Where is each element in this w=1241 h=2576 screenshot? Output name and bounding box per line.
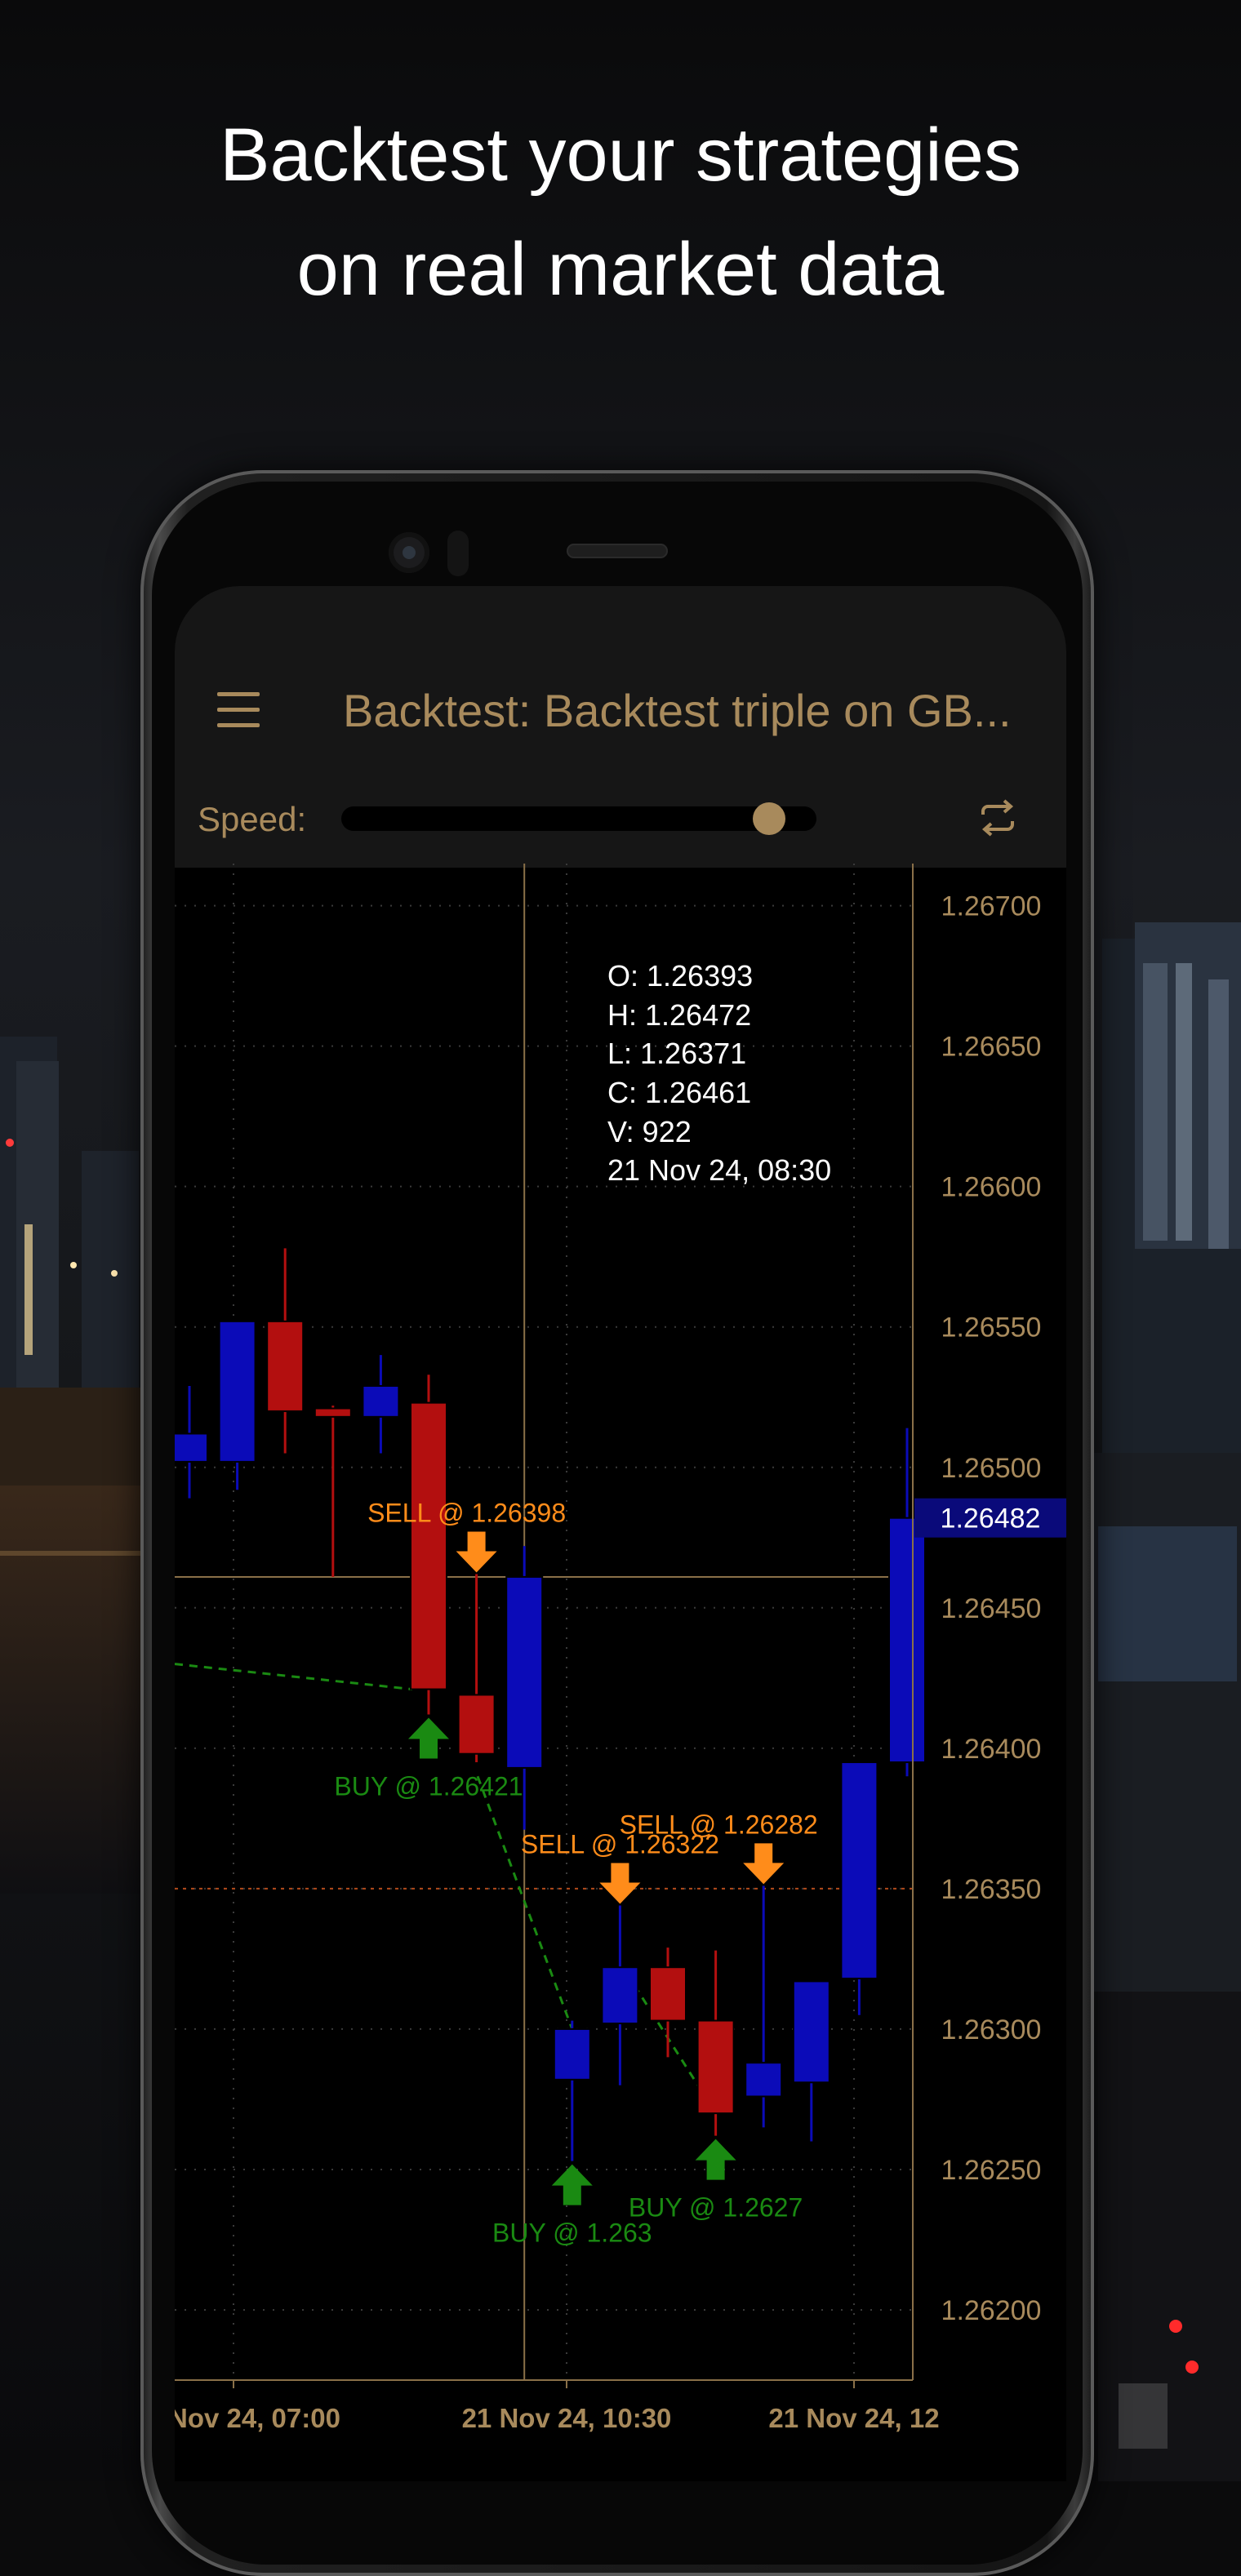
y-tick-label: 1.26500 bbox=[941, 1453, 1042, 1484]
candle-body bbox=[362, 1384, 400, 1418]
tooltip-low: L: 1.26371 bbox=[607, 1037, 746, 1070]
x-tick-label: Nov 24, 07:00 bbox=[175, 2403, 340, 2433]
candle-body bbox=[745, 2062, 783, 2098]
y-tick-label: 1.26550 bbox=[941, 1312, 1042, 1344]
speed-slider[interactable] bbox=[341, 802, 816, 835]
chart-candles bbox=[175, 1248, 926, 2161]
candle-body bbox=[792, 1980, 830, 2084]
candle-body bbox=[218, 1320, 256, 1463]
sell-trade-label: SELL @ 1.26398 bbox=[367, 1499, 566, 1528]
backtest-title: Backtest: Backtest triple on GB... bbox=[343, 685, 1012, 736]
app-screen: Backtest: Backtest triple on GB... Speed… bbox=[175, 586, 1066, 2481]
tooltip-time: 21 Nov 24, 08:30 bbox=[607, 1153, 831, 1187]
y-tick-label: 1.26450 bbox=[941, 1593, 1042, 1624]
y-tick-label: 1.26250 bbox=[941, 2155, 1042, 2186]
headline-line-2: on real market data bbox=[296, 228, 945, 311]
candle-body bbox=[175, 1432, 208, 1463]
headline: Backtest your strategies on real market … bbox=[0, 98, 1241, 326]
y-tick-label: 1.26300 bbox=[941, 2014, 1042, 2045]
proximity-sensor bbox=[447, 531, 469, 576]
candle-body bbox=[410, 1401, 447, 1690]
y-tick-label: 1.26650 bbox=[941, 1032, 1042, 1063]
buy-trade-label: BUY @ 1.26421 bbox=[334, 1772, 523, 1801]
sell-arrow-icon bbox=[743, 1843, 785, 1885]
buy-arrow-icon bbox=[408, 1717, 449, 1759]
y-tick-label: 1.26700 bbox=[941, 891, 1042, 922]
sell-arrow-icon bbox=[456, 1531, 497, 1573]
chart-level-lines bbox=[175, 864, 913, 2380]
speed-slider-handle[interactable] bbox=[753, 802, 786, 835]
candle-body bbox=[601, 1966, 639, 2025]
sell-arrow-icon bbox=[599, 1863, 641, 1904]
tooltip-high: H: 1.26472 bbox=[607, 998, 751, 1032]
y-tick-label: 1.26200 bbox=[941, 2295, 1042, 2326]
candle-body bbox=[649, 1966, 687, 2022]
candle-body bbox=[888, 1517, 926, 1764]
tooltip-volume: V: 922 bbox=[607, 1115, 692, 1148]
earpiece-speaker bbox=[567, 544, 668, 558]
y-tick-label: 1.26350 bbox=[941, 1874, 1042, 1905]
candle-body bbox=[696, 2019, 735, 2115]
candle-body bbox=[505, 1575, 544, 1769]
candle-body bbox=[457, 1694, 496, 1755]
trade-markers: SELL @ 1.26398BUY @ 1.26421SELL @ 1.2632… bbox=[334, 1499, 817, 2248]
sell-trade-label: SELL @ 1.26282 bbox=[620, 1810, 818, 1839]
ohlc-tooltip: O: 1.26393 H: 1.26472 L: 1.26371 C: 1.26… bbox=[607, 959, 831, 1187]
buy-trade-label: BUY @ 1.2627 bbox=[629, 2193, 803, 2223]
repeat-icon[interactable] bbox=[975, 795, 1021, 841]
candle-body bbox=[840, 1761, 878, 1979]
app-bar: Backtest: Backtest triple on GB... Speed… bbox=[175, 586, 1066, 868]
candle-body bbox=[266, 1320, 305, 1412]
tooltip-close: C: 1.26461 bbox=[607, 1076, 751, 1109]
y-tick-label: 1.26600 bbox=[941, 1172, 1042, 1203]
buy-arrow-icon bbox=[695, 2139, 736, 2180]
x-tick-label: 21 Nov 24, 10:30 bbox=[462, 2403, 672, 2433]
buy-trade-label: BUY @ 1.263 bbox=[492, 2218, 652, 2248]
chart-grid bbox=[175, 864, 913, 2380]
hamburger-menu-icon[interactable] bbox=[217, 692, 263, 728]
tooltip-open: O: 1.26393 bbox=[607, 959, 753, 993]
speed-label: Speed: bbox=[198, 800, 307, 838]
candle-body bbox=[553, 2027, 591, 2081]
front-camera-icon bbox=[389, 532, 429, 573]
last-price-label: 1.26482 bbox=[941, 1503, 1041, 1534]
candle-body bbox=[314, 1407, 352, 1418]
x-tick-label: 21 Nov 24, 12 bbox=[768, 2403, 939, 2433]
buy-arrow-icon bbox=[551, 2164, 593, 2205]
trade-connector-line bbox=[175, 1663, 413, 1691]
candlestick-chart[interactable]: SELL @ 1.26398BUY @ 1.26421SELL @ 1.2632… bbox=[175, 864, 1066, 2481]
y-tick-label: 1.26400 bbox=[941, 1734, 1042, 1765]
headline-line-1: Backtest your strategies bbox=[220, 113, 1021, 197]
